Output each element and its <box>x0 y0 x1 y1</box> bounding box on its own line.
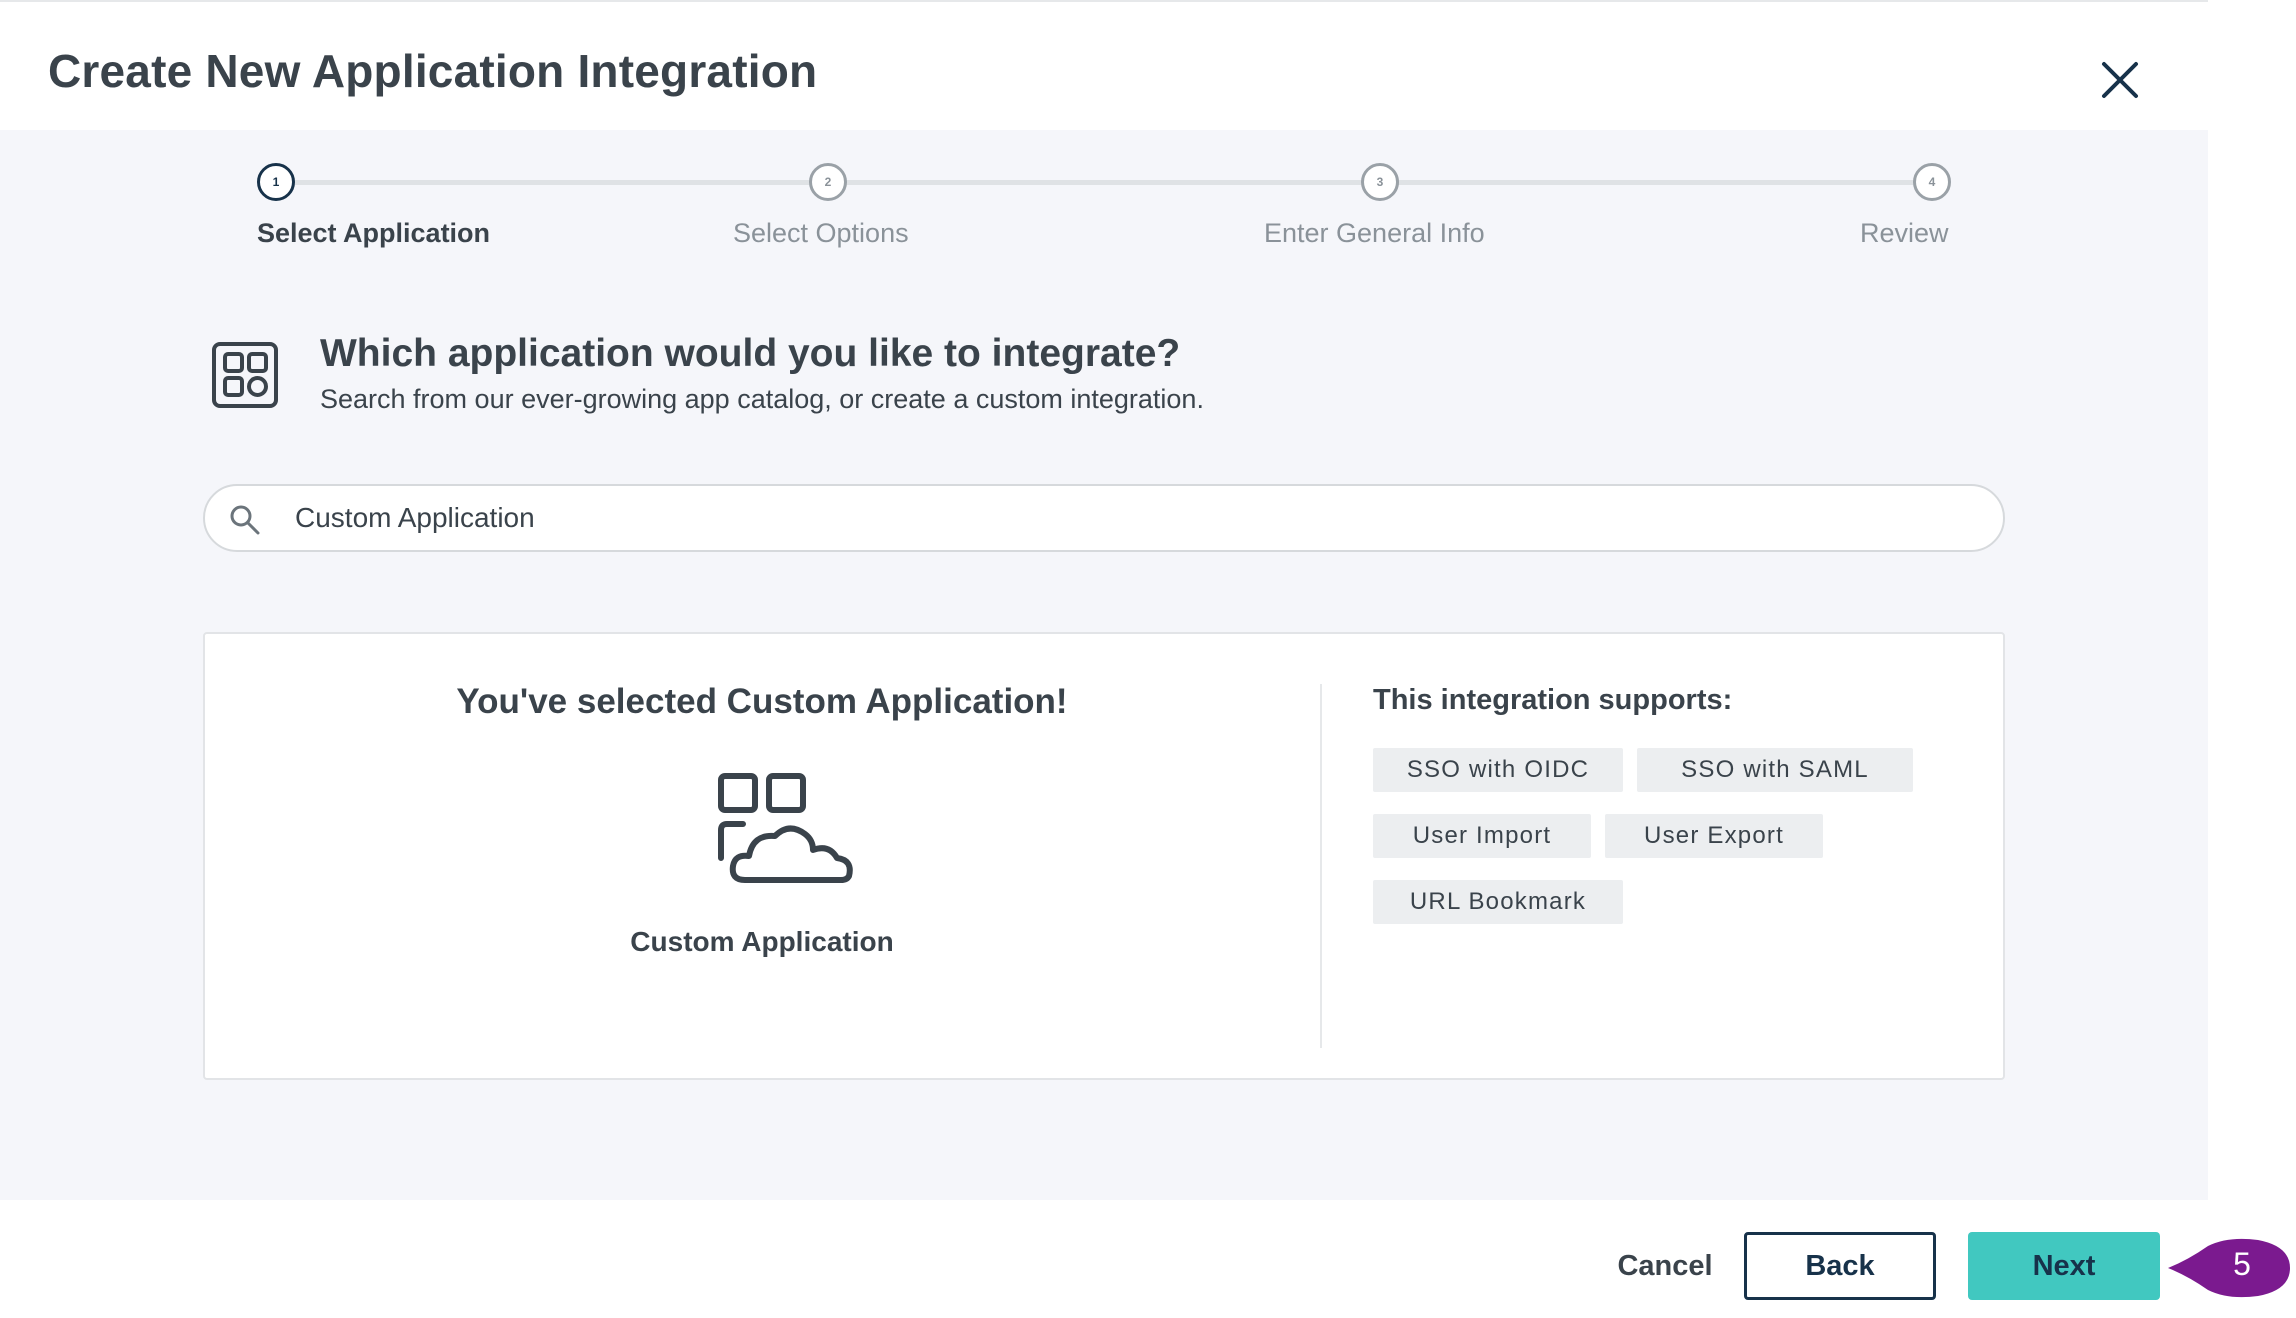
selected-app-card: You've selected Custom Application! Cust… <box>203 632 2005 1080</box>
feature-chip: User Import <box>1373 814 1591 858</box>
step-3-label: Enter General Info <box>1264 218 1485 248</box>
step-callout-number: 5 <box>2233 1246 2251 1282</box>
feature-chip: User Export <box>1605 814 1823 858</box>
selected-app-name: Custom Application <box>630 926 894 957</box>
feature-chip: SSO with SAML <box>1637 748 1913 792</box>
close-icon <box>2102 62 2138 98</box>
feature-chip: SSO with OIDC <box>1373 748 1623 792</box>
step-1-indicator: 1 <box>257 163 295 201</box>
app-search-input[interactable] <box>295 496 1975 540</box>
app-grid-icon <box>212 342 278 408</box>
step-2-label: Select Options <box>733 218 909 248</box>
app-search-box <box>203 484 2005 552</box>
question-title: Which application would you like to inte… <box>320 332 1181 375</box>
close-button[interactable] <box>2098 58 2142 102</box>
step-4-label: Review <box>1860 218 1949 248</box>
search-icon <box>230 505 260 535</box>
cancel-button[interactable]: Cancel <box>1598 1233 1732 1299</box>
supports-title: This integration supports: <box>1373 684 1733 716</box>
modal-title: Create New Application Integration <box>48 45 818 97</box>
card-divider <box>1320 684 1322 1048</box>
next-button[interactable]: Next <box>1968 1232 2160 1300</box>
question-subtitle: Search from our ever-growing app catalog… <box>320 384 1204 414</box>
step-3-indicator: 3 <box>1361 163 1399 201</box>
selected-app-title: You've selected Custom Application! <box>456 682 1068 721</box>
modal-footer: Cancel Back Next 5 <box>0 1200 2296 1318</box>
modal-body: 1 2 3 4 Select Application Select Option… <box>0 130 2208 1200</box>
back-button[interactable]: Back <box>1744 1232 1936 1300</box>
step-1-label: Select Application <box>257 218 491 248</box>
custom-app-cloud-icon <box>718 773 853 883</box>
stepper-track <box>276 180 1932 185</box>
feature-chip: URL Bookmark <box>1373 880 1623 924</box>
step-2-indicator: 2 <box>809 163 847 201</box>
step-4-indicator: 4 <box>1913 163 1951 201</box>
modal-header: Create New Application Integration <box>0 2 2208 130</box>
